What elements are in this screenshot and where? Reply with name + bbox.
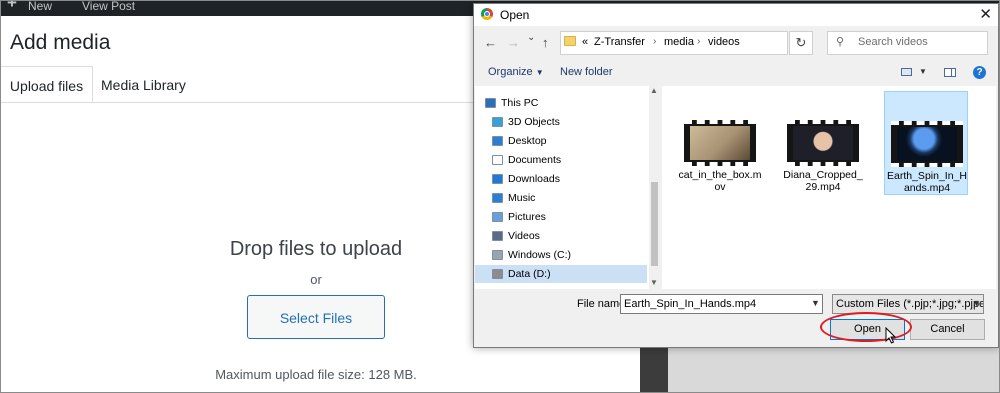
- view-dropdown-icon[interactable]: ▼: [919, 67, 927, 76]
- file-type-select[interactable]: Custom Files (*.pjp;*.jpg;*.pjpeg: [832, 294, 984, 314]
- close-icon[interactable]: ✕: [979, 5, 992, 23]
- file-item[interactable]: cat_in_the_box.mov: [678, 91, 762, 195]
- file-type-dropdown-icon[interactable]: ▼: [972, 298, 981, 308]
- scroll-down-icon[interactable]: ▼: [650, 278, 658, 287]
- open-button-highlight: [820, 312, 912, 342]
- up-arrow-icon[interactable]: ↑: [542, 35, 549, 50]
- navigation-pane: This PC 3D Objects Desktop Documents Downloa…: [475, 86, 660, 289]
- breadcrumb-media[interactable]: media: [664, 36, 694, 48]
- nav-item-label: This PC: [501, 97, 539, 109]
- new-folder-button[interactable]: New folder: [560, 66, 613, 78]
- breadcrumb-videos[interactable]: videos: [708, 36, 740, 48]
- drive-d-icon: [492, 269, 503, 279]
- nav-item-label: Windows (C:): [508, 249, 572, 261]
- dialog-toolbar: Organize ▼ New folder ▼ ?: [474, 62, 998, 84]
- nav-item-3d-objects[interactable]: 3D Objects: [475, 113, 647, 131]
- nav-item-label: Videos: [508, 230, 540, 242]
- help-icon[interactable]: ?: [973, 66, 986, 79]
- document-icon: [492, 155, 503, 165]
- nav-item-music[interactable]: Music: [475, 189, 647, 207]
- video-thumbnail-icon: [891, 121, 963, 167]
- nav-item-downloads[interactable]: Downloads: [475, 170, 647, 188]
- computer-icon: [485, 98, 496, 108]
- search-icon: ⚲: [836, 36, 845, 48]
- organize-label: Organize: [488, 66, 533, 78]
- nav-item-label: Data (D:): [508, 268, 551, 280]
- file-name-field[interactable]: Earth_Spin_In_Hands.mp4: [620, 294, 823, 314]
- breadcrumb-separator: ›: [653, 36, 657, 47]
- chevron-down-icon: ▼: [535, 68, 544, 77]
- nav-item-documents[interactable]: Documents: [475, 151, 647, 169]
- nav-item-windows-c[interactable]: Windows (C:): [475, 246, 647, 264]
- file-item[interactable]: Earth_Spin_In_Hands.mp4: [884, 91, 968, 195]
- file-name-dropdown-icon[interactable]: ▼: [811, 298, 820, 308]
- file-list-pane: cat_in_the_box.mov Diana_Cropped_29.mp4 Ea…: [662, 86, 996, 289]
- nav-item-label: Desktop: [508, 135, 547, 147]
- view-options-icon[interactable]: [901, 68, 912, 76]
- dialog-title: Open: [500, 8, 530, 22]
- dialog-titlebar: Open ✕: [474, 4, 998, 26]
- nav-item-desktop[interactable]: Desktop: [475, 132, 647, 150]
- desktop-icon: [492, 136, 503, 146]
- forward-arrow-icon[interactable]: →: [507, 35, 520, 50]
- mouse-cursor-icon: [885, 327, 897, 344]
- file-name: cat_in_the_box.mov: [678, 169, 762, 193]
- address-bar[interactable]: « Z-Transfer › media › videos ⌄: [560, 31, 865, 55]
- scroll-up-icon[interactable]: ▲: [650, 86, 658, 95]
- breadcrumb-z-transfer[interactable]: Z-Transfer: [594, 36, 645, 48]
- nav-item-pictures[interactable]: Pictures: [475, 208, 647, 226]
- video-thumbnail-icon: [684, 120, 756, 166]
- music-icon: [492, 193, 503, 203]
- breadcrumb-overflow[interactable]: «: [582, 36, 588, 48]
- chrome-icon: [481, 8, 493, 20]
- nav-item-videos[interactable]: Videos: [475, 227, 647, 245]
- nav-item-label: 3D Objects: [508, 116, 560, 128]
- video-frame: [690, 126, 750, 160]
- select-files-button[interactable]: Select Files: [247, 295, 385, 339]
- nav-scrollbar[interactable]: ▲ ▼: [649, 86, 660, 289]
- recent-dropdown-icon[interactable]: ⌄: [527, 32, 535, 43]
- file-name: Diana_Cropped_29.mp4: [783, 169, 863, 193]
- video-icon: [492, 231, 503, 241]
- max-upload-size-text: Maximum upload file size: 128 MB.: [215, 367, 417, 382]
- dialog-footer: File name: Earth_Spin_In_Hands.mp4 ▼ Cus…: [474, 290, 998, 347]
- search-input[interactable]: ⚲ Search videos: [827, 31, 988, 55]
- open-file-dialog: Open ✕ ← → ⌄ ↑ « Z-Transfer › media › vi…: [473, 3, 999, 348]
- view-post-link[interactable]: View Post: [82, 0, 135, 13]
- picture-icon: [492, 212, 503, 222]
- nav-item-this-pc[interactable]: This PC: [475, 94, 647, 112]
- tab-media-library[interactable]: Media Library: [93, 66, 194, 102]
- folder-icon: [564, 36, 576, 46]
- video-thumbnail-icon: [787, 120, 859, 166]
- nav-item-label: Music: [508, 192, 536, 204]
- nav-item-label: Downloads: [508, 173, 560, 185]
- nav-item-label: Pictures: [508, 211, 546, 223]
- address-row: ← → ⌄ ↑ « Z-Transfer › media › videos ⌄ …: [474, 31, 998, 57]
- plus-icon[interactable]: +: [7, 0, 17, 11]
- drive-c-icon: [492, 250, 503, 260]
- file-name: Earth_Spin_In_Hands.mp4: [887, 170, 967, 194]
- nav-item-data-d[interactable]: Data (D:): [475, 265, 647, 283]
- video-frame: [793, 126, 853, 160]
- cancel-button[interactable]: Cancel: [910, 319, 985, 340]
- preview-pane-icon[interactable]: [944, 68, 956, 77]
- tab-upload-files[interactable]: Upload files: [0, 66, 93, 102]
- cube-icon: [492, 117, 503, 127]
- organize-button[interactable]: Organize ▼: [488, 66, 544, 78]
- background-panel-light: [668, 345, 1000, 393]
- file-item[interactable]: Diana_Cropped_29.mp4: [781, 91, 865, 195]
- refresh-icon[interactable]: ↻: [789, 31, 813, 55]
- new-link[interactable]: New: [28, 0, 52, 13]
- back-arrow-icon[interactable]: ←: [484, 35, 497, 50]
- video-frame: [897, 127, 957, 161]
- download-icon: [492, 174, 503, 184]
- nav-item-label: Documents: [508, 154, 562, 166]
- page-title: Add media: [10, 31, 111, 54]
- scrollbar-thumb[interactable]: [651, 182, 658, 266]
- breadcrumb-separator: ›: [697, 36, 701, 47]
- search-placeholder: Search videos: [858, 36, 928, 48]
